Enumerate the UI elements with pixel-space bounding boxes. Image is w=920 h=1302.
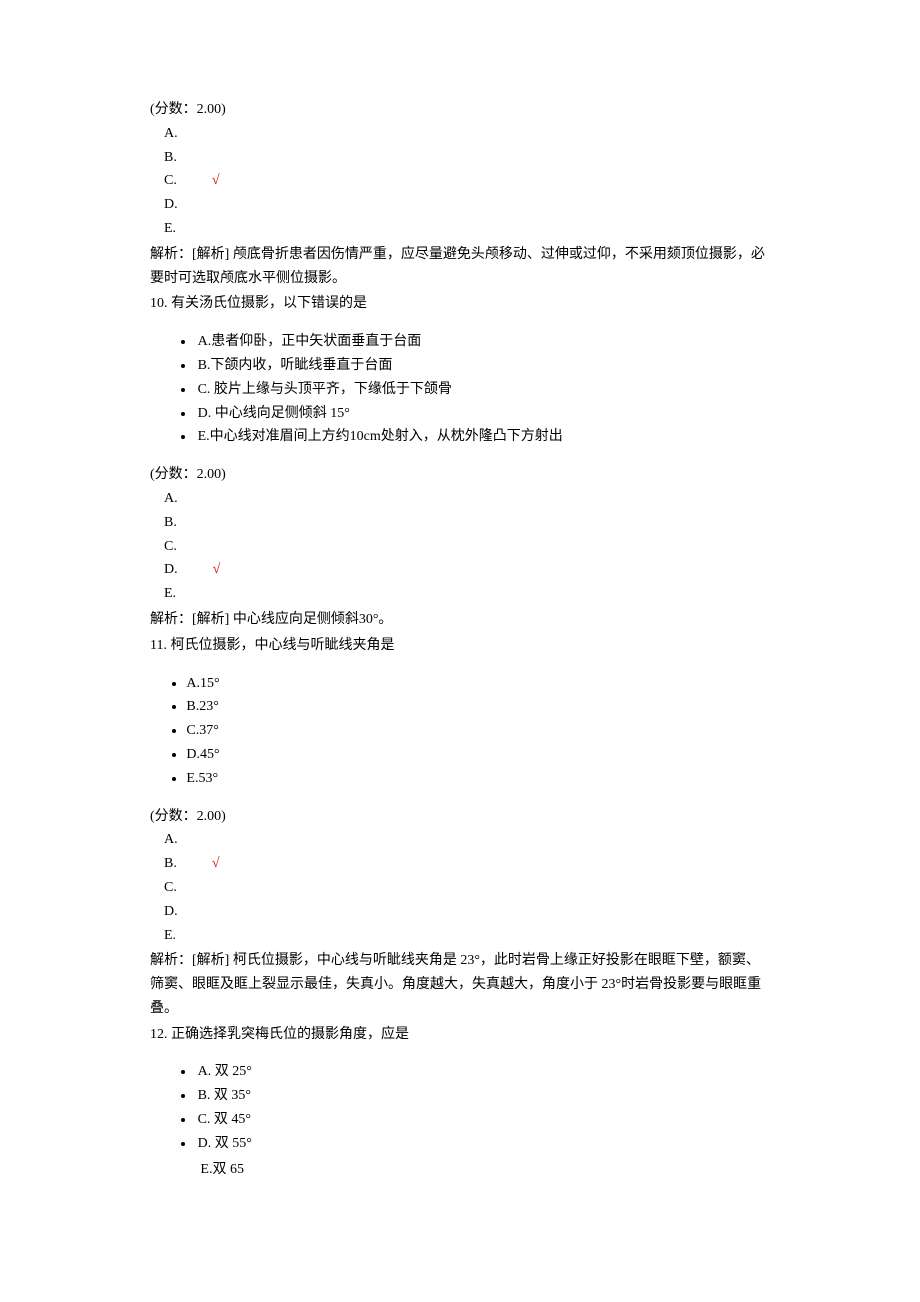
q12-stem: 12. 正确选择乳突梅氏位的摄影角度，应是 <box>150 1023 770 1047</box>
answer-letter: B. <box>164 146 177 170</box>
answer-letter: E. <box>164 582 176 606</box>
q10-option-b: B.下颌内收，听眦线垂直于台面 <box>195 354 770 378</box>
answer-letter: A. <box>164 487 178 511</box>
answer-letter: C. <box>164 876 177 900</box>
q10-option-a: A.患者仰卧，正中矢状面垂直于台面 <box>195 330 770 354</box>
answer-letter: B. <box>164 511 177 535</box>
q12-option-b: B. 双 35° <box>195 1084 770 1108</box>
q11-score: (分数：2.00) <box>150 805 770 829</box>
q10-answer-e: E. <box>164 582 770 606</box>
q10-analysis: 解析：[解析] 中心线应向足侧倾斜30°。 <box>150 608 770 632</box>
q11-option-e: E.53° <box>186 767 770 791</box>
q11-option-c: C.37° <box>186 719 770 743</box>
q11-option-a: A.15° <box>186 672 770 696</box>
q10-answer-list: A. B. C. D. √ E. <box>150 487 770 606</box>
q10-answer-b: B. <box>164 511 770 535</box>
q9-answer-list: A. B. C. √ D. E. <box>150 122 770 241</box>
q9-answer-d: D. <box>164 193 770 217</box>
q9-answer-c: C. √ <box>164 169 770 193</box>
q11-answer-e: E. <box>164 924 770 948</box>
q10-answer-d: D. √ <box>164 558 770 582</box>
q9-answer-e: E. <box>164 217 770 241</box>
q12-option-d: D. 双 55° <box>195 1132 770 1156</box>
q10-option-d: D. 中心线向足侧倾斜 15° <box>195 402 770 426</box>
q9-analysis: 解析：[解析] 颅底骨折患者因伤情严重，应尽量避免头颅移动、过伸或过仰，不采用颏… <box>150 243 770 291</box>
q10-options: A.患者仰卧，正中矢状面垂直于台面 B.下颌内收，听眦线垂直于台面 C. 胶片上… <box>150 330 770 449</box>
answer-letter: C. <box>164 535 177 559</box>
answer-letter: A. <box>164 828 178 852</box>
q11-answer-c: C. <box>164 876 770 900</box>
answer-letter: D. <box>164 900 178 924</box>
q9-answer-b: B. <box>164 146 770 170</box>
answer-letter: C. <box>164 169 177 193</box>
q10-stem: 10. 有关汤氏位摄影，以下错误的是 <box>150 292 770 316</box>
q9-answer-a: A. <box>164 122 770 146</box>
q10-option-e: E.中心线对准眉间上方约10cm处射入，从枕外隆凸下方射出 <box>195 425 770 449</box>
correct-mark-icon: √ <box>213 558 221 582</box>
answer-letter: E. <box>164 217 176 241</box>
q11-answer-list: A. B. √ C. D. E. <box>150 828 770 947</box>
q11-option-b: B.23° <box>186 695 770 719</box>
q11-answer-d: D. <box>164 900 770 924</box>
q10-score: (分数：2.00) <box>150 463 770 487</box>
q10-answer-a: A. <box>164 487 770 511</box>
q11-answer-b: B. √ <box>164 852 770 876</box>
q10-option-c: C. 胶片上缘与头顶平齐，下缘低于下颌骨 <box>195 378 770 402</box>
answer-letter: B. <box>164 852 177 876</box>
q11-option-d: D.45° <box>186 743 770 767</box>
q10-answer-c: C. <box>164 535 770 559</box>
q9-score: (分数：2.00) <box>150 98 770 122</box>
q11-answer-a: A. <box>164 828 770 852</box>
q12-options: A. 双 25° B. 双 35° C. 双 45° D. 双 55° <box>150 1060 770 1155</box>
answer-letter: D. <box>164 558 178 582</box>
q11-stem: 11. 柯氏位摄影，中心线与听眦线夹角是 <box>150 634 770 658</box>
q12-option-e: E.双 65 <box>150 1158 770 1182</box>
answer-letter: A. <box>164 122 178 146</box>
answer-letter: E. <box>164 924 176 948</box>
answer-letter: D. <box>164 193 178 217</box>
correct-mark-icon: √ <box>212 852 220 876</box>
q11-options: A.15° B.23° C.37° D.45° E.53° <box>150 672 770 791</box>
q11-analysis: 解析：[解析] 柯氏位摄影，中心线与听眦线夹角是 23°，此时岩骨上缘正好投影在… <box>150 949 770 1020</box>
correct-mark-icon: √ <box>212 169 220 193</box>
q12-option-c: C. 双 45° <box>195 1108 770 1132</box>
q12-option-a: A. 双 25° <box>195 1060 770 1084</box>
